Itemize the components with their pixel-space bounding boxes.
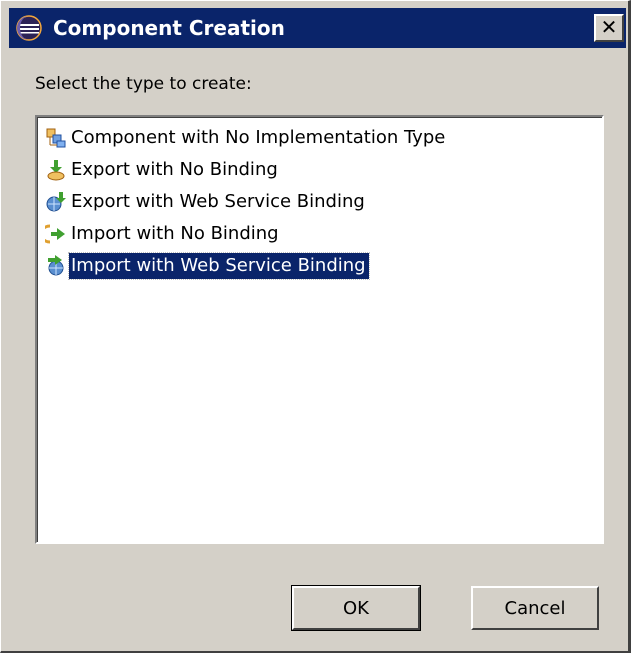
- window-title: Component Creation: [53, 16, 285, 40]
- list-item-label: Export with No Binding: [71, 159, 278, 180]
- import-icon: [43, 221, 69, 247]
- component-icon: [43, 125, 69, 151]
- ok-button[interactable]: OK: [291, 585, 421, 631]
- export-web-service-icon: [43, 189, 69, 215]
- list-item-label: Import with No Binding: [71, 223, 279, 244]
- prompt-label: Select the type to create:: [35, 74, 252, 94]
- list-item-import-no-binding[interactable]: Import with No Binding: [43, 219, 282, 249]
- list-item-import-web-service[interactable]: Import with Web Service Binding: [43, 251, 370, 281]
- list-item-export-web-service[interactable]: Export with Web Service Binding: [43, 187, 368, 217]
- close-icon: ✕: [600, 15, 618, 39]
- list-item-export-no-binding[interactable]: Export with No Binding: [43, 155, 281, 185]
- list-item-component[interactable]: Component with No Implementation Type: [43, 123, 448, 153]
- type-listbox[interactable]: Component with No Implementation Type Ex…: [35, 115, 604, 544]
- list-item-label: Import with Web Service Binding: [68, 252, 370, 280]
- list-item-label: Export with Web Service Binding: [71, 191, 365, 212]
- cancel-button[interactable]: Cancel: [471, 586, 599, 630]
- list-item-label: Component with No Implementation Type: [71, 127, 446, 148]
- import-web-service-icon: [43, 253, 69, 279]
- title-bar[interactable]: Component Creation ✕: [9, 8, 626, 48]
- close-button[interactable]: ✕: [594, 14, 624, 42]
- export-icon: [43, 157, 69, 183]
- eclipse-icon: [15, 14, 43, 42]
- component-creation-dialog: Component Creation ✕ Select the type to …: [0, 0, 631, 653]
